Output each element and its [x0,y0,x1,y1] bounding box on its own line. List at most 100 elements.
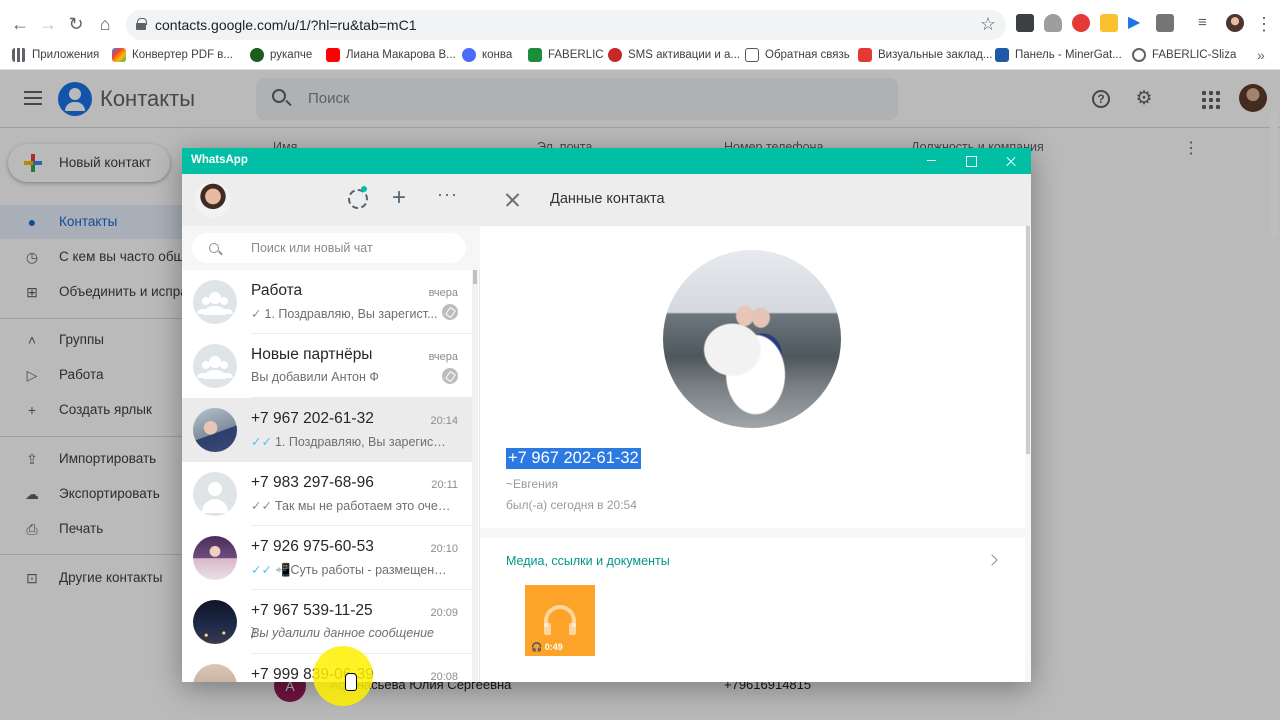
close-window-icon[interactable] [991,148,1031,174]
panel-scrollbar[interactable] [1025,226,1031,682]
chevron-right-icon[interactable] [986,554,998,566]
chat-time: 20:08 [430,671,458,682]
chat-last-message: Вы добавили Антон Ф [251,370,451,384]
minergate-icon [995,48,1009,62]
canva-icon [462,48,476,62]
bookmark-item[interactable]: Конвертер PDF в... [112,46,233,64]
last-seen-status: был(-а) сегодня в 20:54 [506,498,637,512]
chat-list-item[interactable]: +7 983 297-68-96 20:11 ✓✓ Так мы не работае… [182,462,472,526]
chat-name: Новые партнёры [251,346,373,363]
group-avatar [193,280,237,324]
bookmark-item[interactable]: FABERLIC-Sliza [1132,46,1236,64]
muted-icon [442,304,458,320]
chat-last-message-text: ⃠Вы удалили данное сообщение [251,626,435,640]
window-titlebar[interactable]: WhatsApp [182,148,1031,174]
panel-title: Данные контакта [550,191,665,207]
bookmark-icon [250,48,264,62]
lock-icon [136,18,147,30]
more-bookmarks-icon[interactable]: » [1257,46,1265,64]
group-avatar [193,344,237,388]
bookmark-item[interactable]: рукапче [250,46,312,64]
headphones-icon [544,605,576,635]
media-section: Медиа, ссылки и документы 🎧 0:49 [480,538,1025,682]
chat-last-message: ✓ 1. Поздравляю, Вы зарегист... [251,306,451,321]
window-title: WhatsApp [191,154,248,166]
pdf-icon [112,48,126,62]
bookmark-item[interactable]: Визуальные заклад... [858,46,992,64]
contact-phone-number[interactable]: +7 967 202-61-32 [506,448,641,469]
chat-sidebar: + ··· Поиск или новый чат Работа вчера ✓ 1.… [182,174,480,682]
youtube-icon [326,48,340,62]
chat-list-scrollbar[interactable] [472,270,478,682]
read-receipt-icon: ✓✓ [251,435,272,449]
back-arrow-icon[interactable]: ← [8,12,32,36]
chat-search-bar: Поиск или новый чат [182,226,480,270]
audio-duration: 🎧 0:49 [531,642,563,652]
status-icon[interactable] [348,186,368,209]
new-chat-icon[interactable]: + [392,185,406,211]
chat-list-item[interactable]: Работа вчера ✓ 1. Поздравляю, Вы зарегист..… [182,270,472,334]
more-horiz-icon[interactable]: ··· [437,184,458,205]
chat-avatar [193,600,237,644]
chat-list-item[interactable]: Новые партнёры вчера Вы добавили Антон Ф [182,334,472,398]
apps-grid-icon [12,48,26,62]
chat-last-message: ✓✓ Так мы не работаем это очень... [251,498,451,513]
status-new-dot [361,186,367,192]
chat-time: 20:09 [430,607,458,619]
search-icon [209,243,219,253]
media-section-link[interactable]: Медиа, ссылки и документы [506,554,670,568]
chat-time: 20:14 [430,415,458,427]
chat-last-message: ✓✓ 1. Поздравляю, Вы зарегистри... [251,434,451,449]
chat-last-message-text: Вы добавили Антон Ф [251,370,379,384]
bookmark-item[interactable]: конва [462,46,512,64]
extension-icon[interactable] [1100,14,1118,32]
bookmark-item[interactable]: Панель - MinerGat... [995,46,1122,64]
bookmark-icon [858,48,872,62]
chat-name: +7 926 975-60-53 [251,538,374,555]
chat-list-item[interactable]: +7 967 539-11-25 20:09⃠Вы удалили данное … [182,590,472,654]
bookmark-item[interactable]: SMS активации и а... [608,46,740,64]
bookmark-item[interactable]: Лиана Макарова В... [326,46,456,64]
forward-arrow-icon[interactable]: → [36,12,60,36]
contact-profile-photo[interactable] [663,250,841,428]
sent-check-icon: ✓✓ [251,499,272,513]
bookmark-item[interactable]: FABERLIC [528,46,604,64]
chat-name: Работа [251,282,303,299]
extension-icon[interactable] [1016,14,1034,32]
chat-last-message: ⃠Вы удалили данное сообщение [251,626,451,641]
menu-dots-icon[interactable]: ⋮ [1252,12,1276,36]
chat-time: 20:10 [430,543,458,555]
address-bar[interactable]: contacts.google.com/u/1/?hl=ru&tab=mC1 ☆ [126,10,1006,40]
close-icon[interactable] [504,192,520,208]
bookmark-item[interactable]: Обратная связь [745,46,850,64]
my-profile-avatar[interactable] [195,182,231,218]
faberlic-icon [528,48,542,62]
audio-media-thumbnail[interactable]: 🎧 0:49 [525,585,595,656]
extension-icon[interactable] [1044,14,1062,32]
opera-vpn-icon[interactable] [1072,14,1090,32]
maximize-icon[interactable] [951,148,991,174]
bookmark-star-icon[interactable]: ☆ [980,14,996,35]
contact-info-panel: Данные контакта +7 967 202-61-32 ~Евгени… [480,174,1031,682]
chat-list-item[interactable]: +7 926 975-60-53 20:10 ✓✓ 📲Суть работы - ра… [182,526,472,590]
playlist-icon[interactable]: ≡ [1198,14,1216,32]
contact-info-header: Данные контакта [480,174,1031,226]
chat-last-message: ✓✓ 📲Суть работы - размещение... [251,562,451,578]
profile-avatar[interactable] [1226,14,1244,32]
reload-icon[interactable]: ↻ [64,12,88,36]
extension-icon[interactable] [1156,14,1174,32]
minimize-icon[interactable] [911,148,951,174]
bookmark-apps[interactable]: Приложения [12,46,99,64]
chat-list-item[interactable]: +7 967 202-61-32 20:14 ✓✓ 1. Поздравляю, Вы… [182,398,472,462]
globe-icon [1132,48,1146,62]
play-icon[interactable]: ▶ [1128,14,1146,32]
chat-search-input[interactable]: Поиск или новый чат [192,233,466,263]
home-icon[interactable]: ⌂ [93,12,117,36]
chat-list: Работа вчера ✓ 1. Поздравляю, Вы зарегист..… [182,270,480,682]
contact-nickname: ~Евгения [506,477,559,491]
sms-icon [608,48,622,62]
chat-name: +7 967 539-11-25 [251,602,373,619]
page-scrollbar[interactable] [1270,110,1278,238]
chat-time: вчера [428,287,458,299]
chat-last-message-text: Так мы не работаем это очень... [274,499,451,513]
